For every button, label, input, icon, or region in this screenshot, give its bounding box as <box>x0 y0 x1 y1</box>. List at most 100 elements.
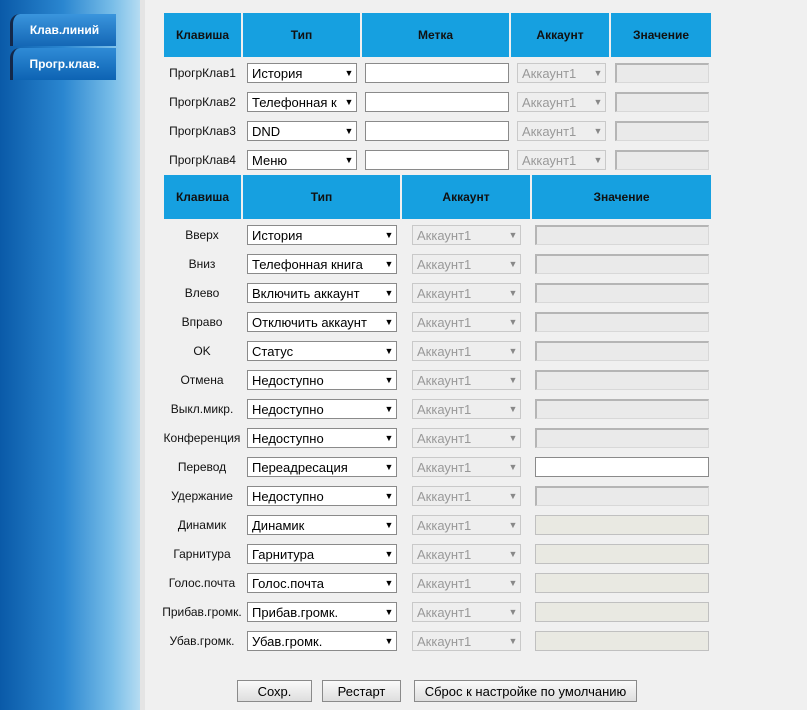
type-select[interactable]: Недоступно ▼ <box>247 486 397 506</box>
account-select[interactable]: Аккаунт1 ▼ <box>517 63 606 83</box>
type-select[interactable]: Гарнитура ▼ <box>247 544 397 564</box>
value-input[interactable] <box>535 341 709 361</box>
type-select[interactable]: Меню ▼ <box>247 150 357 170</box>
type-select[interactable]: Статус ▼ <box>247 341 397 361</box>
value-input[interactable] <box>535 225 709 245</box>
value-input[interactable] <box>535 573 709 593</box>
type-select[interactable]: История ▼ <box>247 225 397 245</box>
select-value: Телефонная к <box>252 94 337 110</box>
row-key-label: ПрогрКлав1 <box>169 66 236 80</box>
select-value: Аккаунт1 <box>417 256 472 272</box>
value-input[interactable] <box>615 121 709 141</box>
type-select[interactable]: Включить аккаунт ▼ <box>247 283 397 303</box>
value-input[interactable] <box>535 370 709 390</box>
type-select[interactable]: Недоступно ▼ <box>247 370 397 390</box>
account-select[interactable]: Аккаунт1 ▼ <box>412 399 521 419</box>
value-input[interactable] <box>535 254 709 274</box>
value-input[interactable] <box>535 602 709 622</box>
select-value: Телефонная книга <box>252 256 363 272</box>
account-select[interactable]: Аккаунт1 ▼ <box>412 225 521 245</box>
chevron-down-icon: ▼ <box>344 97 354 107</box>
type-select[interactable]: Динамик ▼ <box>247 515 397 535</box>
select-value: Переадресация <box>252 459 348 475</box>
account-select[interactable]: Аккаунт1 ▼ <box>412 486 521 506</box>
row-key-label: Конференция <box>163 431 241 445</box>
select-value: Аккаунт1 <box>417 285 472 301</box>
select-value: Аккаунт1 <box>417 401 472 417</box>
select-value: История <box>252 227 303 243</box>
chevron-down-icon: ▼ <box>593 155 603 165</box>
row-key-label: Динамик <box>177 518 227 532</box>
row-key-label: Вправо <box>181 315 223 329</box>
value-input[interactable] <box>615 150 709 170</box>
account-select[interactable]: Аккаунт1 ▼ <box>412 631 521 651</box>
account-select[interactable]: Аккаунт1 ▼ <box>412 515 521 535</box>
header-value: Значение <box>532 175 711 219</box>
select-value: Прибав.громк. <box>252 604 339 620</box>
value-input[interactable] <box>615 63 709 83</box>
account-select[interactable]: Аккаунт1 ▼ <box>412 254 521 274</box>
account-select[interactable]: Аккаунт1 ▼ <box>412 312 521 332</box>
value-input[interactable] <box>535 457 709 477</box>
value-input[interactable] <box>535 515 709 535</box>
account-select[interactable]: Аккаунт1 ▼ <box>517 150 606 170</box>
value-input[interactable] <box>535 283 709 303</box>
account-select[interactable]: Аккаунт1 ▼ <box>412 544 521 564</box>
label-input[interactable] <box>365 63 509 83</box>
select-value: Аккаунт1 <box>417 314 472 330</box>
value-input[interactable] <box>615 92 709 112</box>
type-select[interactable]: Недоступно ▼ <box>247 428 397 448</box>
type-select[interactable]: Телефонная книга ▼ <box>247 254 397 274</box>
row-key-label: Перевод <box>177 460 227 474</box>
label-input[interactable] <box>365 121 509 141</box>
account-select[interactable]: Аккаунт1 ▼ <box>412 341 521 361</box>
value-input[interactable] <box>535 631 709 651</box>
account-select[interactable]: Аккаунт1 ▼ <box>412 283 521 303</box>
sidebar-tab-label: Прогр.клав. <box>29 57 100 71</box>
sidebar-tab-prog-keys[interactable]: Прогр.клав. <box>10 48 116 80</box>
type-select[interactable]: Голос.почта ▼ <box>247 573 397 593</box>
type-select[interactable]: DND ▼ <box>247 121 357 141</box>
value-input[interactable] <box>535 399 709 419</box>
chevron-down-icon: ▼ <box>384 259 394 269</box>
type-select[interactable]: Отключить аккаунт ▼ <box>247 312 397 332</box>
account-select[interactable]: Аккаунт1 ▼ <box>412 573 521 593</box>
account-select[interactable]: Аккаунт1 ▼ <box>517 92 606 112</box>
sidebar-tab-label: Клав.линий <box>29 23 100 37</box>
chevron-down-icon: ▼ <box>508 549 518 559</box>
chevron-down-icon: ▼ <box>384 230 394 240</box>
type-select[interactable]: Переадресация ▼ <box>247 457 397 477</box>
value-input[interactable] <box>535 486 709 506</box>
account-select[interactable]: Аккаунт1 ▼ <box>412 457 521 477</box>
select-value: Включить аккаунт <box>252 285 360 301</box>
chevron-down-icon: ▼ <box>384 317 394 327</box>
select-value: Аккаунт1 <box>417 227 472 243</box>
account-select[interactable]: Аккаунт1 ▼ <box>412 602 521 622</box>
account-select[interactable]: Аккаунт1 ▼ <box>412 428 521 448</box>
type-select[interactable]: Телефонная к ▼ <box>247 92 357 112</box>
label-input[interactable] <box>365 92 509 112</box>
type-select[interactable]: Прибав.громк. ▼ <box>247 602 397 622</box>
header-value: Значение <box>611 13 711 57</box>
value-input[interactable] <box>535 544 709 564</box>
label-input[interactable] <box>365 150 509 170</box>
chevron-down-icon: ▼ <box>384 433 394 443</box>
type-select[interactable]: История ▼ <box>247 63 357 83</box>
restart-button[interactable]: Рестарт <box>322 680 401 702</box>
chevron-down-icon: ▼ <box>593 68 603 78</box>
sidebar-tab-line-keys[interactable]: Клав.линий <box>10 14 116 46</box>
type-select[interactable]: Убав.громк. ▼ <box>247 631 397 651</box>
save-button[interactable]: Сохр. <box>237 680 312 702</box>
select-value: Недоступно <box>252 430 324 446</box>
select-value: Гарнитура <box>252 546 315 562</box>
account-select[interactable]: Аккаунт1 ▼ <box>412 370 521 390</box>
chevron-down-icon: ▼ <box>508 230 518 240</box>
account-select[interactable]: Аккаунт1 ▼ <box>517 121 606 141</box>
value-input[interactable] <box>535 428 709 448</box>
select-value: Аккаунт1 <box>417 488 472 504</box>
type-select[interactable]: Недоступно ▼ <box>247 399 397 419</box>
chevron-down-icon: ▼ <box>344 126 354 136</box>
value-input[interactable] <box>535 312 709 332</box>
reset-defaults-button[interactable]: Сброс к настройке по умолчанию <box>414 680 637 702</box>
chevron-down-icon: ▼ <box>508 636 518 646</box>
